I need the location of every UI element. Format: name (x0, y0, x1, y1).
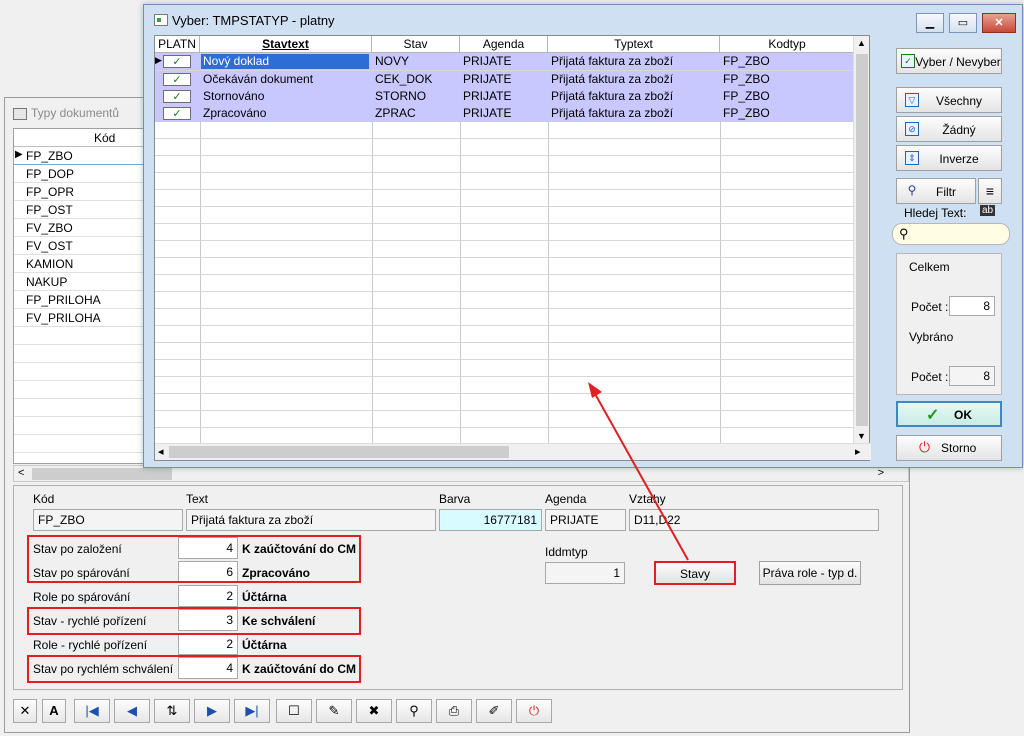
annotation-arrow (588, 382, 689, 561)
